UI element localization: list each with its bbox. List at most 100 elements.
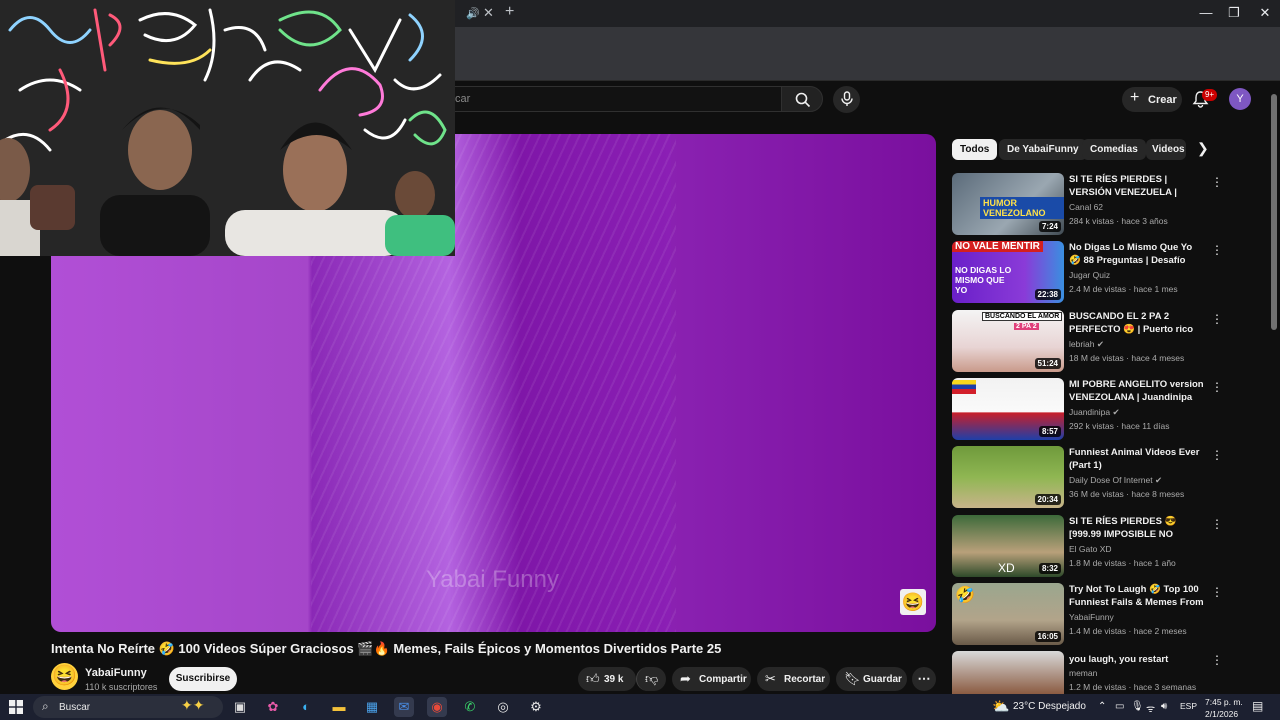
recommendation-item[interactable]: 8:57 MI POBRE ANGELITO version VENEZOLAN…	[952, 378, 1223, 440]
laughing-emoji-icon: 😆	[900, 589, 926, 615]
chip-todos[interactable]: Todos	[952, 139, 998, 160]
taskbar-clock-time[interactable]: 7:45 p. m.	[1205, 697, 1243, 707]
taskbar-clock-date[interactable]: 2/1/2026	[1205, 709, 1238, 719]
share-arrow-icon: ➦	[680, 671, 691, 686]
rofl-emoji-icon: 🤣	[955, 587, 975, 604]
venezuela-flag-icon	[952, 380, 976, 394]
subscriber-count: 110 k suscriptores	[85, 682, 158, 692]
thumbs-up-icon: 👍︎	[586, 671, 600, 686]
chip-comedias[interactable]: Comedias	[1082, 139, 1146, 160]
recommendation-title: you laugh, you restart	[1069, 654, 1169, 665]
more-vert-icon[interactable]: ⋮	[1211, 175, 1223, 189]
video-thumbnail[interactable]: BUSCANDO EL AMOR 2 PA 2 51:24	[952, 310, 1064, 372]
sparkle-icon: ✦✦	[181, 697, 205, 713]
verified-check-icon: ✔	[1155, 475, 1163, 485]
volume-icon[interactable]: 🔊︎	[1161, 701, 1167, 712]
recommendation-title: Try Not To Laugh 🤣 Top 100 Funniest Fail…	[1069, 584, 1204, 608]
settings-gear-icon[interactable]: ⚙	[526, 697, 546, 717]
microphone-tray-icon[interactable]: 🎙︎	[1131, 701, 1144, 712]
more-vert-icon[interactable]: ⋮	[1211, 585, 1223, 599]
more-vert-icon[interactable]: ⋮	[1211, 243, 1223, 257]
windows-start-icon[interactable]	[9, 700, 23, 714]
edge-browser-icon[interactable]: ◐	[296, 697, 316, 717]
graffiti-wall-image	[0, 0, 455, 256]
tab-audio-icon[interactable]: 🔊	[466, 7, 480, 20]
more-actions-button[interactable]: ⋯	[912, 667, 936, 691]
recommendation-title: SI TE RÍES PIERDES 😎 [999.99 IMPOSIBLE N…	[1069, 516, 1177, 540]
more-vert-icon[interactable]: ⋮	[1211, 448, 1223, 462]
save-button[interactable]: 🔖︎ Guardar	[836, 667, 907, 691]
video-thumbnail[interactable]: XD 8:32	[952, 515, 1064, 577]
video-thumbnail[interactable]: 20:34	[952, 446, 1064, 508]
share-button[interactable]: ➦ Compartir	[672, 667, 751, 691]
restore-button[interactable]: ❐	[1224, 5, 1244, 21]
video-title: Intenta No Reírte 🤣 100 Videos Súper Gra…	[51, 641, 722, 656]
recommendation-item[interactable]: HUMOR VENEZOLANO 7:24 SI TE RÍES PIERDES…	[952, 173, 1223, 235]
recommendation-item[interactable]: XD 8:32 SI TE RÍES PIERDES 😎 [999.99 IMP…	[952, 515, 1223, 577]
chrome-browser-icon[interactable]: ◉	[427, 697, 447, 717]
recommendation-item[interactable]: BUSCANDO EL AMOR 2 PA 2 51:24 BUSCANDO E…	[952, 310, 1223, 372]
microsoft-store-icon[interactable]: ▦	[362, 697, 382, 717]
recommendation-item[interactable]: 20:34 Funniest Animal Videos Ever (Part …	[952, 446, 1223, 508]
chip-videos[interactable]: Videos	[1146, 139, 1186, 160]
more-vert-icon[interactable]: ⋮	[1211, 312, 1223, 326]
channel-name[interactable]: YabaiFunny	[85, 667, 147, 679]
video-thumbnail[interactable]	[952, 651, 1064, 694]
thumbs-down-icon: 👎︎	[645, 671, 659, 686]
notification-center-icon[interactable]: ▤	[1252, 699, 1263, 713]
recommendation-meta: 1.4 M de vistas · hace 2 meses	[1069, 626, 1187, 636]
close-window-button[interactable]: ✕	[1255, 5, 1275, 21]
more-vert-icon[interactable]: ⋮	[1211, 653, 1222, 667]
recommendation-item[interactable]: 🤣 16:05 Try Not To Laugh 🤣 Top 100 Funni…	[952, 583, 1223, 645]
video-thumbnail[interactable]: 8:57	[952, 378, 1064, 440]
like-button[interactable]: 👍︎ 39 k	[578, 667, 636, 691]
recommendation-meta: 2.4 M de vistas · hace 1 mes	[1069, 284, 1178, 294]
whatsapp-icon[interactable]: ✆	[460, 697, 480, 717]
plus-icon: +	[1130, 89, 1140, 106]
recommendation-title: No Digas Lo Mismo Que Yo 🤣 88 Preguntas …	[1069, 242, 1193, 266]
outlook-icon[interactable]: ✉	[394, 697, 414, 717]
recommendation-channel: YabaiFunny	[1069, 612, 1114, 622]
language-indicator[interactable]: ESP	[1180, 701, 1197, 711]
notification-count-badge: 9+	[1202, 89, 1217, 101]
tab-close-icon[interactable]: ✕	[483, 5, 494, 21]
page-scrollbar[interactable]	[1271, 94, 1277, 330]
recommendation-channel: Canal 62	[1069, 202, 1104, 212]
more-vert-icon[interactable]: ⋮	[1211, 380, 1223, 394]
new-tab-button[interactable]: +	[505, 3, 514, 21]
weather-text[interactable]: 23°C Despejado	[1013, 701, 1086, 712]
dislike-button[interactable]: 👎︎	[636, 667, 666, 691]
more-vert-icon[interactable]: ⋮	[1211, 517, 1223, 531]
minimize-button[interactable]: —	[1196, 5, 1216, 20]
search-button[interactable]	[781, 86, 823, 112]
channel-avatar[interactable]: 😆	[51, 663, 78, 690]
bookmark-icon: 🔖︎	[844, 671, 861, 686]
taskbar-search-box[interactable]: ⌕ Buscar ✦✦	[33, 696, 223, 718]
recommendation-channel: lebriah ✔	[1069, 339, 1105, 349]
recommendation-title: BUSCANDO EL 2 PA 2 PERFECTO 😍 | Puerto r…	[1069, 311, 1194, 335]
chip-de-yabaifunny[interactable]: De YabaiFunny	[999, 139, 1087, 160]
video-thumbnail[interactable]: HUMOR VENEZOLANO 7:24	[952, 173, 1064, 235]
task-view-icon[interactable]: ▣	[230, 697, 250, 717]
voice-search-button[interactable]	[833, 86, 860, 113]
chevron-right-icon[interactable]: ❯	[1197, 140, 1209, 157]
clip-button[interactable]: ✂ Recortar	[757, 667, 830, 691]
search-input[interactable]: car	[440, 86, 781, 112]
recommendation-item[interactable]: NO VALE MENTIR NO DIGAS LO MISMO QUE YO …	[952, 241, 1223, 303]
recommendation-meta: 1.2 M de vistas · hace 3 semanas	[1069, 682, 1197, 692]
recommendation-meta: 1.8 M de vistas · hace 1 año	[1069, 558, 1176, 568]
video-thumbnail[interactable]: 🤣 16:05	[952, 583, 1064, 645]
camera-tray-icon[interactable]: ▭	[1115, 701, 1124, 712]
create-button[interactable]: + Crear	[1122, 87, 1182, 112]
recommendation-title: SI TE RÍES PIERDES | VERSIÓN VENEZUELA |…	[1069, 174, 1177, 198]
copilot-icon[interactable]: ✿	[263, 697, 283, 717]
recording-app-icon[interactable]: ◎	[493, 697, 513, 717]
file-explorer-icon[interactable]: ▬	[329, 697, 349, 717]
recommendation-item[interactable]: you laugh, you restart meman 1.2 M de vi…	[952, 651, 1222, 694]
windows-taskbar: ⌕ Buscar ✦✦ ▣ ✿ ◐ ▬ ▦ ✉ ◉ ✆ ◎ ⚙ ⛅ 23°C D…	[0, 694, 1280, 720]
network-icon[interactable]: ᯤ	[1146, 701, 1155, 715]
subscribe-button[interactable]: Suscribirse	[169, 667, 237, 691]
tray-chevron-icon[interactable]: ⌃	[1098, 701, 1106, 712]
account-avatar[interactable]: Y	[1229, 88, 1251, 110]
video-thumbnail[interactable]: NO VALE MENTIR NO DIGAS LO MISMO QUE YO …	[952, 241, 1064, 303]
